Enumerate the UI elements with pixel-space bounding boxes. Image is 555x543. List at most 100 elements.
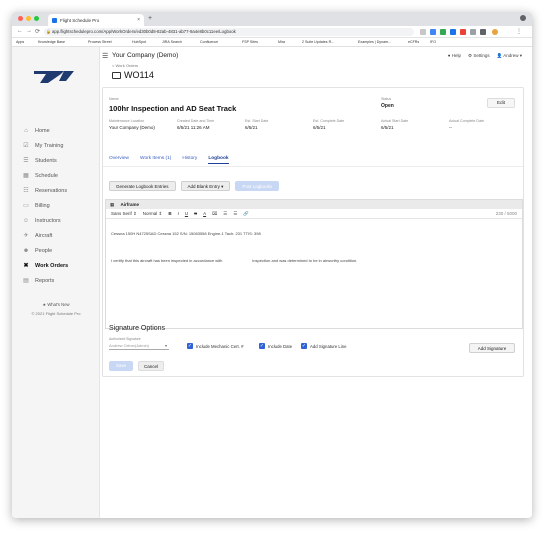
clear-format-icon[interactable]: ⌧: [212, 209, 217, 218]
flight-schedule-pro-logo[interactable]: [34, 69, 74, 83]
signature-options-title: Signature Options: [109, 325, 166, 332]
bullet-list-icon[interactable]: ☰: [233, 209, 237, 218]
italic-icon[interactable]: I: [178, 209, 179, 218]
text-color-icon[interactable]: A: [203, 209, 206, 218]
close-window-icon[interactable]: [18, 16, 23, 21]
user-menu[interactable]: 👤 Andrew ▾: [497, 53, 522, 59]
include-mechanic-cert-checkbox[interactable]: ✓ Include Mechanic Cert. #: [187, 343, 244, 349]
actual-start-label: Actual Start Date: [381, 119, 409, 123]
tab-strip: Flight Schedule Pro × +: [12, 12, 532, 26]
browser-tab[interactable]: Flight Schedule Pro ×: [48, 14, 144, 26]
whats-new-link[interactable]: ★ What's New: [12, 302, 100, 307]
home-icon: ⌂: [24, 127, 28, 134]
bookmark-mira[interactable]: Mira: [278, 40, 285, 44]
add-signature-button[interactable]: Add Signature: [469, 343, 515, 353]
bookmark-confluence[interactable]: Confluence: [200, 40, 218, 44]
est-start-label: Est. Start Date: [245, 119, 269, 123]
bookmark-process-street[interactable]: Process Street: [88, 40, 112, 44]
schedule-icon: ▦: [23, 173, 29, 179]
company-selector[interactable]: Your Company (Demo): [112, 52, 178, 59]
tab-work-items[interactable]: Work Items (1): [140, 156, 171, 164]
add-signature-line-checkbox[interactable]: ✓ Add Signature Line: [301, 343, 347, 349]
bookmark-fsp-sites[interactable]: FSP Sites: [242, 40, 258, 44]
add-blank-entry-button[interactable]: Add Blank Entry ▾: [180, 181, 231, 191]
sidebar-item-students[interactable]: ☰ Students: [12, 153, 100, 168]
settings-link[interactable]: ⚙ Settings: [468, 53, 490, 59]
extensions-puzzle-icon[interactable]: [480, 29, 486, 35]
header-actions: ● Help ⚙ Settings 👤 Andrew ▾: [448, 53, 522, 59]
extension-icon[interactable]: [430, 29, 436, 35]
extension-icon[interactable]: [460, 29, 466, 35]
forward-arrow-icon[interactable]: →: [26, 28, 32, 34]
generate-logbook-entries-button[interactable]: Generate Logbook Entries: [109, 181, 176, 191]
maximize-window-icon[interactable]: [34, 16, 39, 21]
reports-icon: ▤: [23, 278, 29, 284]
tab-close-icon[interactable]: ×: [137, 17, 140, 23]
sidebar-item-my-training[interactable]: ☑ My Training: [12, 138, 100, 153]
logbook-entry-editor: ▦ Airframe Sans Serif ⇕ Normal ⇕ B I U S…: [105, 199, 523, 329]
authorized-signature-select[interactable]: Andrew Ortner(Admin) ▾: [109, 342, 169, 350]
minimize-window-icon[interactable]: [26, 16, 31, 21]
actual-complete-value: --: [449, 125, 452, 130]
sidebar-item-label: People: [35, 247, 53, 254]
save-button[interactable]: Save: [109, 361, 133, 371]
bookmark-ifo[interactable]: IFO: [430, 40, 436, 44]
bookmark-examples[interactable]: Examples | Dynam...: [358, 40, 391, 44]
reload-icon[interactable]: ⟳: [35, 28, 40, 35]
sidebar-item-label: Students: [35, 157, 57, 164]
help-icon: ●: [447, 53, 451, 58]
tab-search-icon[interactable]: [520, 15, 526, 21]
logbook-actions: Generate Logbook Entries Add Blank Entry…: [109, 181, 280, 191]
bookmark-knowledge-base[interactable]: Knowledge Base: [38, 40, 65, 44]
tab-logbook[interactable]: Logbook: [208, 156, 229, 164]
bold-icon[interactable]: B: [168, 209, 171, 218]
authorized-signature-label: Authorized Signature: [109, 337, 141, 341]
sidebar-item-home[interactable]: ⌂ Home: [12, 123, 100, 138]
bookmark-hubspot[interactable]: HubSpot: [132, 40, 146, 44]
new-tab-button[interactable]: +: [148, 15, 152, 22]
work-order-tabs: Overview Work Items (1) History Logbook: [109, 156, 229, 164]
strikethrough-icon[interactable]: S: [194, 209, 197, 218]
sidebar-item-reservations[interactable]: ☷ Reservations: [12, 183, 100, 198]
bookmark-jira-search[interactable]: JIRA Search: [162, 40, 182, 44]
sidebar-item-people[interactable]: ☻ People: [12, 243, 100, 258]
bookmark-star-icon[interactable]: [420, 29, 426, 35]
extension-icon[interactable]: [450, 29, 456, 35]
sidebar-item-work-orders[interactable]: ✖ Work Orders: [12, 258, 100, 273]
underline-icon[interactable]: U: [185, 209, 188, 218]
hamburger-menu-icon[interactable]: ☰: [102, 52, 108, 60]
back-to-work-orders-link[interactable]: < Work Orders: [112, 63, 138, 68]
gear-icon: ⚙: [468, 53, 473, 58]
chevron-down-icon: ▾: [164, 343, 167, 348]
cancel-button[interactable]: Cancel: [138, 361, 164, 371]
ordered-list-icon[interactable]: ☰: [223, 209, 227, 218]
sidebar-item-instructors[interactable]: ☺ Instructors: [12, 213, 100, 228]
back-arrow-icon[interactable]: ←: [17, 28, 23, 34]
tab-overview[interactable]: Overview: [109, 156, 129, 164]
link-icon[interactable]: 🔗: [243, 209, 249, 218]
help-link[interactable]: ● Help: [448, 53, 461, 59]
profile-avatar[interactable]: [492, 29, 498, 35]
sidebar-item-schedule[interactable]: ▦ Schedule: [12, 168, 100, 183]
sidebar-item-label: Aircraft: [35, 232, 53, 239]
sidebar-item-aircraft[interactable]: ✈ Aircraft: [12, 228, 100, 243]
extension-icon[interactable]: [470, 29, 476, 35]
extension-icon[interactable]: [440, 29, 446, 35]
editor-aircraft-line[interactable]: Cessna 150H N4725SAD Cessna 152 S/N: 150…: [111, 231, 261, 236]
browser-menu-icon[interactable]: ⋮: [516, 28, 522, 35]
aircraft-icon: ✈: [23, 233, 29, 239]
include-date-checkbox[interactable]: ✓ Include Date: [259, 343, 292, 349]
bookmark-apps[interactable]: Apps: [16, 40, 24, 44]
bookmark-suite-updates[interactable]: 2 Suite Updates R...: [302, 40, 334, 44]
editor-certification-line[interactable]: I certify that this aircraft has been in…: [111, 258, 357, 263]
font-size-select[interactable]: Normal ⇕: [143, 209, 163, 218]
bookmark-ecfrs[interactable]: eCFRs: [408, 40, 419, 44]
tab-history[interactable]: History: [182, 156, 197, 164]
edit-button[interactable]: Edit: [487, 98, 515, 108]
sidebar-item-reports[interactable]: ▤ Reports: [12, 273, 100, 288]
post-logbooks-button[interactable]: Post Logbooks: [235, 181, 280, 191]
sidebar-item-billing[interactable]: ▭ Billing: [12, 198, 100, 213]
created-label: Created Date and Time: [177, 119, 215, 123]
font-family-select[interactable]: Sans Serif ⇕: [111, 209, 137, 218]
url-field[interactable]: 🔒 app.flightschedulepro.com/App/WorkOrde…: [44, 28, 414, 36]
